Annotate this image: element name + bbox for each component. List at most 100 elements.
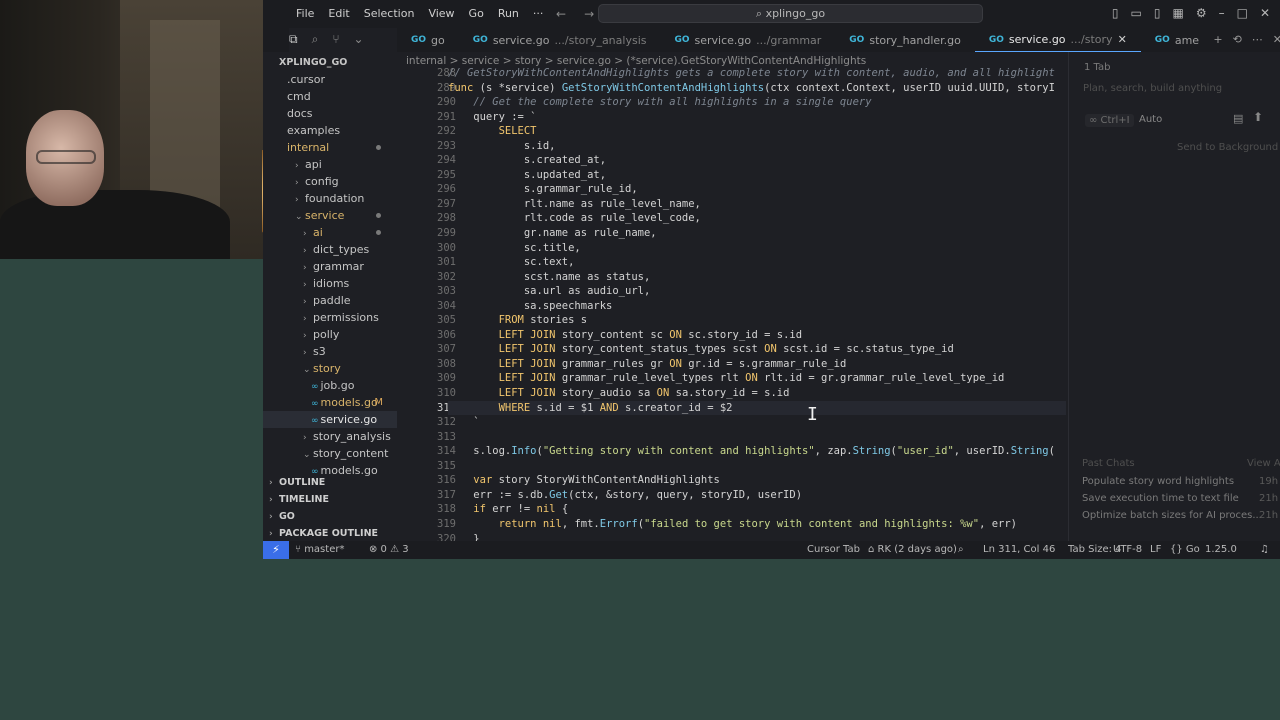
tree-item[interactable]: › dict_types — [263, 241, 397, 258]
code-line[interactable]: sc.text, — [448, 255, 1066, 270]
editor-tab[interactable]: GO story_handler.go — [835, 28, 975, 52]
tree-item[interactable]: ∞ job.go — [263, 377, 397, 394]
notifications-bell-icon[interactable]: ♫ — [1260, 544, 1269, 555]
tree-item[interactable]: .cursor — [263, 71, 397, 88]
code-line[interactable]: ` — [448, 415, 1066, 430]
back-arrow-icon[interactable]: ← — [556, 7, 566, 21]
forward-arrow-icon[interactable]: → — [584, 7, 594, 21]
sidebar-section-go[interactable]: › GO — [263, 508, 397, 525]
layout-icon[interactable]: ▦ — [1172, 6, 1183, 20]
command-center-search[interactable]: ⌕ xplingo_go — [598, 4, 983, 23]
more-icon[interactable]: ⋯ — [1252, 33, 1263, 46]
tree-item[interactable]: ⌄ story_content — [263, 445, 397, 462]
code-line[interactable]: query := ` — [448, 110, 1066, 125]
code-line[interactable]: err := s.db.Get(ctx, &story, query, stor… — [448, 488, 1066, 503]
menu-item[interactable]: Selection — [357, 7, 422, 20]
past-chat-title[interactable]: Populate story word highlights — [1082, 476, 1234, 487]
settings-gear-icon[interactable]: ⚙ — [1196, 6, 1207, 20]
close-icon[interactable]: ✕ — [1118, 33, 1127, 46]
code-line[interactable]: sa.url as audio_url, — [448, 284, 1066, 299]
tree-item[interactable]: › config — [263, 173, 397, 190]
problems-status[interactable]: ⊗ 0 ⚠ 3 — [369, 544, 409, 555]
code-line[interactable]: var story StoryWithContentAndHighlights — [448, 473, 1066, 488]
tree-item[interactable]: ⌄ service — [263, 207, 397, 224]
toggle-panel-icon[interactable]: ▭ — [1131, 6, 1142, 20]
search-icon[interactable]: ⌕ — [312, 32, 319, 47]
editor-tab[interactable]: GO ame — [1141, 28, 1213, 52]
close-window-icon[interactable]: ✕ — [1260, 6, 1270, 20]
chat-input[interactable]: Plan, search, build anything — [1083, 83, 1222, 94]
tree-item[interactable]: › paddle — [263, 292, 397, 309]
editor-tab[interactable]: GO go — [397, 28, 459, 52]
sidebar-section-outline[interactable]: › OUTLINE — [263, 474, 397, 491]
git-blame-status[interactable]: ⌂ RK (2 days ago) — [868, 544, 957, 555]
tree-item[interactable]: › s3 — [263, 343, 397, 360]
code-line[interactable]: // Get the complete story with all highl… — [448, 95, 1066, 110]
tree-item[interactable]: › permissions — [263, 309, 397, 326]
send-to-background-button[interactable]: Send to Background — [1177, 142, 1278, 153]
source-control-icon[interactable]: ⑂ — [332, 32, 339, 46]
code-line[interactable]: LEFT JOIN grammar_rules gr ON gr.id = s.… — [448, 357, 1066, 372]
encoding-status[interactable]: UTF-8 — [1113, 544, 1142, 555]
cursor-position-status[interactable]: Ln 311, Col 46 — [983, 544, 1055, 555]
view-all-link[interactable]: View All — [1247, 458, 1280, 469]
tree-item[interactable]: docs — [263, 105, 397, 122]
code-line[interactable]: s.grammar_rule_id, — [448, 182, 1066, 197]
code-line[interactable]: scst.name as status, — [448, 270, 1066, 285]
eol-status[interactable]: LF — [1150, 544, 1161, 555]
past-chat-title[interactable]: Save execution time to text file — [1082, 493, 1239, 504]
code-line[interactable]: s.id, — [448, 139, 1066, 154]
tree-item[interactable]: › foundation — [263, 190, 397, 207]
tree-item[interactable]: ∞ models.go M — [263, 394, 397, 411]
code-line[interactable]: if err != nil { — [448, 502, 1066, 517]
minimize-icon[interactable]: – — [1219, 6, 1225, 20]
sidebar-section-timeline[interactable]: › TIMELINE — [263, 491, 397, 508]
code-line[interactable]: s.updated_at, — [448, 168, 1066, 183]
editor-tab[interactable]: GO service.go .../story_analysis — [459, 28, 661, 52]
code-line[interactable]: func (s *service) GetStoryWithContentAnd… — [448, 81, 1066, 96]
toggle-secondary-sidebar-icon[interactable]: ▯ — [1154, 6, 1161, 20]
add-chat-icon[interactable]: + — [1213, 33, 1222, 46]
history-icon[interactable]: ⟲ — [1233, 33, 1242, 46]
code-line[interactable]: LEFT JOIN story_content_status_types scs… — [448, 342, 1066, 357]
code-line[interactable]: // GetStoryWithContentAndHighlights gets… — [448, 66, 1066, 81]
code-line[interactable]: WHERE s.id = $1 AND s.creator_id = $2 — [448, 400, 1066, 416]
tree-item[interactable]: › idioms — [263, 275, 397, 292]
code-line[interactable]: SELECT — [448, 124, 1066, 139]
cursor-tab-status[interactable]: Cursor Tab — [807, 544, 860, 555]
code-line[interactable]: s.log.Info("Getting story with content a… — [448, 444, 1066, 459]
code-line[interactable]: FROM stories s — [448, 313, 1066, 328]
image-icon[interactable]: ▤ — [1233, 112, 1243, 125]
code-line[interactable]: sa.speechmarks — [448, 299, 1066, 314]
sidebar-section-package-outline[interactable]: › PACKAGE OUTLINE — [263, 525, 397, 542]
menu-item[interactable]: Go — [462, 7, 491, 20]
go-version-status[interactable]: 1.25.0 — [1205, 544, 1237, 555]
model-selector[interactable]: Auto — [1139, 114, 1162, 125]
editor-tab[interactable]: GO service.go .../grammar — [660, 28, 835, 52]
code-line[interactable]: LEFT JOIN story_content sc ON sc.story_i… — [448, 328, 1066, 343]
branch-status[interactable]: ⑂ master* — [295, 544, 344, 555]
editor-tab[interactable]: GO service.go .../story ✕ — [974, 28, 1141, 52]
code-line[interactable]: return nil, fmt.Errorf("failed to get st… — [448, 517, 1066, 532]
tree-item[interactable]: › api — [263, 156, 397, 173]
menu-item[interactable]: ··· — [526, 7, 551, 20]
remote-icon[interactable]: ⚡ — [263, 541, 289, 559]
files-icon[interactable]: ⧉ — [289, 32, 298, 47]
send-arrow-icon[interactable]: ⬆ — [1253, 110, 1263, 124]
close-panel-icon[interactable]: ✕ — [1273, 33, 1280, 46]
maximize-icon[interactable]: □ — [1237, 6, 1248, 20]
code-area[interactable]: // GetStoryWithContentAndHighlights gets… — [448, 66, 1066, 544]
code-line[interactable]: s.created_at, — [448, 153, 1066, 168]
tree-item[interactable]: internal — [263, 139, 397, 156]
code-line[interactable] — [448, 430, 1066, 445]
code-line[interactable] — [448, 459, 1066, 474]
tree-item[interactable]: › ai — [263, 224, 397, 241]
chat-tab-count[interactable]: 1 Tab — [1084, 62, 1110, 73]
tree-item[interactable]: cmd — [263, 88, 397, 105]
agent-mode-selector[interactable]: ∞ Ctrl+I — [1085, 114, 1134, 127]
code-line[interactable]: rlt.name as rule_level_name, — [448, 197, 1066, 212]
zoom-icon[interactable]: ⌕ — [958, 544, 964, 555]
chevron-down-icon[interactable]: ⌄ — [354, 32, 364, 46]
tree-item[interactable]: › polly — [263, 326, 397, 343]
code-line[interactable]: LEFT JOIN story_audio sa ON sa.story_id … — [448, 386, 1066, 401]
